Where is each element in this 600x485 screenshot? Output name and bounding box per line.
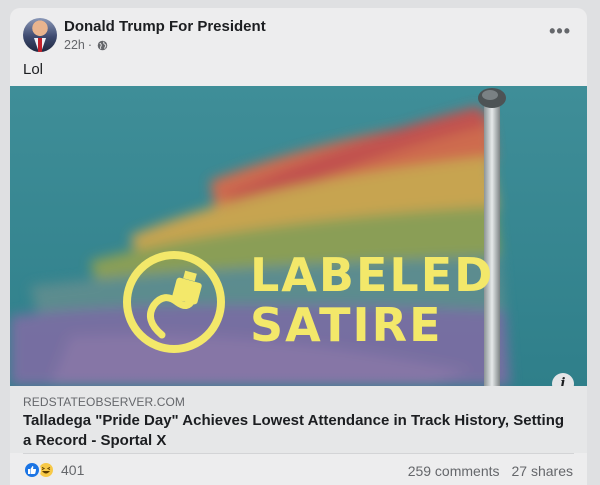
author-name[interactable]: Donald Trump For President — [64, 18, 266, 35]
link-preview-meta[interactable]: REDSTATEOBSERVER.COM Talladega "Pride Da… — [10, 386, 587, 453]
satire-badge-icon — [123, 251, 225, 353]
satire-line-1: LABELED — [250, 248, 495, 302]
meta-separator: · — [87, 38, 93, 52]
engagement-counts: 259 comments 27 shares — [408, 463, 573, 479]
comments-count[interactable]: 259 comments — [408, 463, 500, 479]
author-avatar[interactable] — [23, 18, 57, 52]
link-domain: REDSTATEOBSERVER.COM — [23, 395, 186, 409]
post-time[interactable]: 22h — [64, 38, 85, 52]
post-header: Donald Trump For President 22h · ••• — [10, 8, 587, 60]
like-icon — [23, 461, 41, 479]
link-preview-image[interactable]: LABELED SATIRE — [10, 86, 587, 386]
shares-count[interactable]: 27 shares — [512, 463, 573, 479]
globe-icon[interactable] — [97, 40, 108, 51]
more-options-icon[interactable]: ••• — [549, 22, 571, 40]
satire-overlay: LABELED SATIRE — [122, 250, 492, 360]
post-stats: 401 259 comments 27 shares — [10, 454, 587, 485]
post-card: Donald Trump For President 22h · ••• Lol — [10, 8, 587, 485]
satire-line-2: SATIRE — [250, 298, 443, 352]
reactions-summary[interactable]: 401 — [23, 461, 84, 479]
avatar-tie — [38, 38, 42, 52]
post-meta: 22h · — [64, 38, 108, 52]
post-caption: Lol — [23, 61, 44, 78]
reaction-count: 401 — [61, 462, 85, 478]
link-headline[interactable]: Talladega "Pride Day" Achieves Lowest At… — [23, 411, 571, 451]
satire-label: LABELED SATIRE — [250, 250, 494, 350]
